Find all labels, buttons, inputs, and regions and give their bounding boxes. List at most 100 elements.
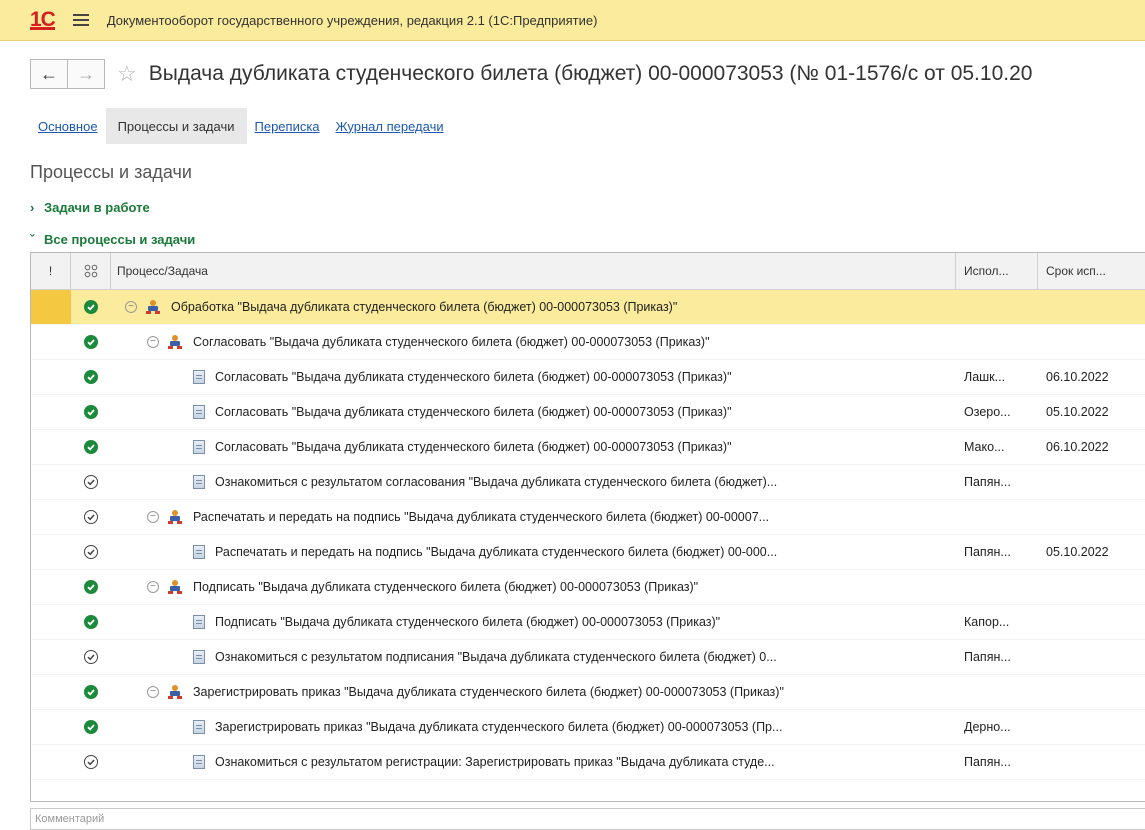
importance-cell (31, 605, 71, 639)
process-cell: Ознакомиться с результатом подписания "В… (111, 640, 956, 674)
state-cell (71, 465, 111, 499)
performer-cell: Мако... (964, 440, 1005, 454)
group-label: Все процессы и задачи (44, 232, 196, 247)
completed-check-icon (84, 615, 98, 629)
section-title: Процессы и задачи (30, 162, 192, 182)
grid-body: − Обработка "Выдача дубликата студенческо… (31, 290, 1145, 780)
favorite-star-icon[interactable]: ☆ (117, 61, 137, 87)
arrow-right-icon: → (77, 63, 95, 84)
state-cell (71, 395, 111, 429)
table-row[interactable]: Согласовать "Выдача дубликата студенческ… (31, 395, 1145, 430)
process-label: Обработка "Выдача дубликата студенческог… (171, 300, 678, 314)
process-label: Распечатать и передать на подпись "Выдач… (193, 510, 770, 524)
deadline-cell (1038, 500, 1145, 534)
collapse-icon[interactable]: − (147, 686, 159, 698)
task-icon (193, 545, 205, 559)
process-label: Согласовать "Выдача дубликата студенческ… (193, 335, 710, 349)
importance-cell (31, 710, 71, 744)
table-row[interactable]: − Согласовать "Выдача дубликата студенчес… (31, 325, 1145, 360)
process-cell: Согласовать "Выдача дубликата студенческ… (111, 360, 956, 394)
process-cell: Согласовать "Выдача дубликата студенческ… (111, 395, 956, 429)
task-icon (193, 405, 205, 419)
process-icon (167, 579, 183, 595)
column-deadline[interactable]: Срок исп... (1038, 253, 1145, 289)
comment-field[interactable]: Комментарий (30, 808, 1145, 830)
table-row[interactable]: Ознакомиться с результатом регистрации: … (31, 745, 1145, 780)
deadline-cell: 05.10.2022 (1046, 545, 1109, 559)
table-row[interactable]: − Подписать "Выдача дубликата студенческо… (31, 570, 1145, 605)
task-icon (193, 720, 205, 734)
state-cell (71, 360, 111, 394)
process-label: Зарегистрировать приказ "Выдача дубликат… (215, 720, 783, 734)
importance-cell (31, 430, 71, 464)
state-cell (71, 605, 111, 639)
table-row[interactable]: Зарегистрировать приказ "Выдача дубликат… (31, 710, 1145, 745)
process-label: Подписать "Выдача дубликата студенческог… (193, 580, 699, 594)
completed-check-icon (84, 440, 98, 454)
importance-cell (31, 535, 71, 569)
task-icon (193, 650, 205, 664)
performer-cell: Лашк... (964, 370, 1006, 384)
group-all-processes[interactable]: ˇ Все процессы и задачи (30, 232, 195, 247)
table-row[interactable]: Распечатать и передать на подпись "Выдач… (31, 535, 1145, 570)
process-cell: Согласовать "Выдача дубликата студенческ… (111, 430, 956, 464)
tab-processes-tasks[interactable]: Процессы и задачи (105, 108, 247, 144)
column-process[interactable]: Процесс/Задача (111, 253, 956, 289)
completed-check-icon (84, 300, 98, 314)
collapse-icon[interactable]: − (147, 336, 159, 348)
collapse-icon[interactable]: − (125, 301, 137, 313)
column-performer[interactable]: Испол... (956, 253, 1038, 289)
importance-cell (31, 325, 71, 359)
performer-cell (956, 290, 1038, 324)
table-row[interactable]: − Обработка "Выдача дубликата студенческо… (31, 290, 1145, 325)
column-state[interactable] (71, 253, 111, 289)
collapse-icon[interactable]: − (147, 581, 159, 593)
group-tasks-in-work[interactable]: › Задачи в работе (30, 200, 150, 215)
process-label: Подписать "Выдача дубликата студенческог… (215, 615, 721, 629)
pending-check-icon (84, 475, 98, 489)
process-label: Ознакомиться с результатом подписания "В… (215, 650, 777, 664)
tab-correspondence[interactable]: Переписка (247, 108, 328, 144)
process-label: Согласовать "Выдача дубликата студенческ… (215, 440, 732, 454)
process-cell: Подписать "Выдача дубликата студенческог… (111, 605, 956, 639)
table-row[interactable]: Ознакомиться с результатом подписания "В… (31, 640, 1145, 675)
importance-cell (31, 640, 71, 674)
process-label: Распечатать и передать на подпись "Выдач… (215, 545, 778, 559)
table-row[interactable]: Подписать "Выдача дубликата студенческог… (31, 605, 1145, 640)
process-label: Ознакомиться с результатом регистрации: … (215, 755, 775, 769)
deadline-cell: 05.10.2022 (1046, 405, 1109, 419)
status-columns-icon (84, 264, 97, 278)
main-menu-icon[interactable] (72, 14, 89, 26)
performer-cell (956, 675, 1038, 709)
importance-cell (31, 570, 71, 604)
performer-cell: Дерно... (964, 720, 1011, 734)
performer-cell (956, 325, 1038, 359)
state-cell (71, 640, 111, 674)
process-icon (167, 509, 183, 525)
deadline-cell (1038, 290, 1145, 324)
tab-main[interactable]: Основное (30, 108, 106, 144)
deadline-cell (1038, 675, 1145, 709)
column-importance[interactable]: ! (31, 253, 71, 289)
forward-button[interactable]: → (68, 59, 105, 89)
table-row[interactable]: − Распечатать и передать на подпись "Выда… (31, 500, 1145, 535)
performer-cell: Папян... (964, 755, 1011, 769)
collapse-icon[interactable]: − (147, 511, 159, 523)
deadline-cell: 06.10.2022 (1046, 440, 1109, 454)
tab-transfer-log[interactable]: Журнал передачи (328, 108, 452, 144)
state-cell (71, 290, 111, 324)
pending-check-icon (84, 545, 98, 559)
state-cell (71, 500, 111, 534)
table-row[interactable]: Ознакомиться с результатом согласования … (31, 465, 1145, 500)
table-row[interactable]: Согласовать "Выдача дубликата студенческ… (31, 360, 1145, 395)
form-tabs: Основное Процессы и задачи Переписка Жур… (30, 108, 452, 144)
completed-check-icon (84, 580, 98, 594)
state-cell (71, 535, 111, 569)
table-row[interactable]: − Зарегистрировать приказ "Выдача дублика… (31, 675, 1145, 710)
deadline-cell (1038, 745, 1145, 779)
pending-check-icon (84, 650, 98, 664)
pending-check-icon (84, 755, 98, 769)
table-row[interactable]: Согласовать "Выдача дубликата студенческ… (31, 430, 1145, 465)
process-cell: − Распечатать и передать на подпись "Выда… (111, 500, 956, 534)
back-button[interactable]: ← (30, 59, 68, 89)
